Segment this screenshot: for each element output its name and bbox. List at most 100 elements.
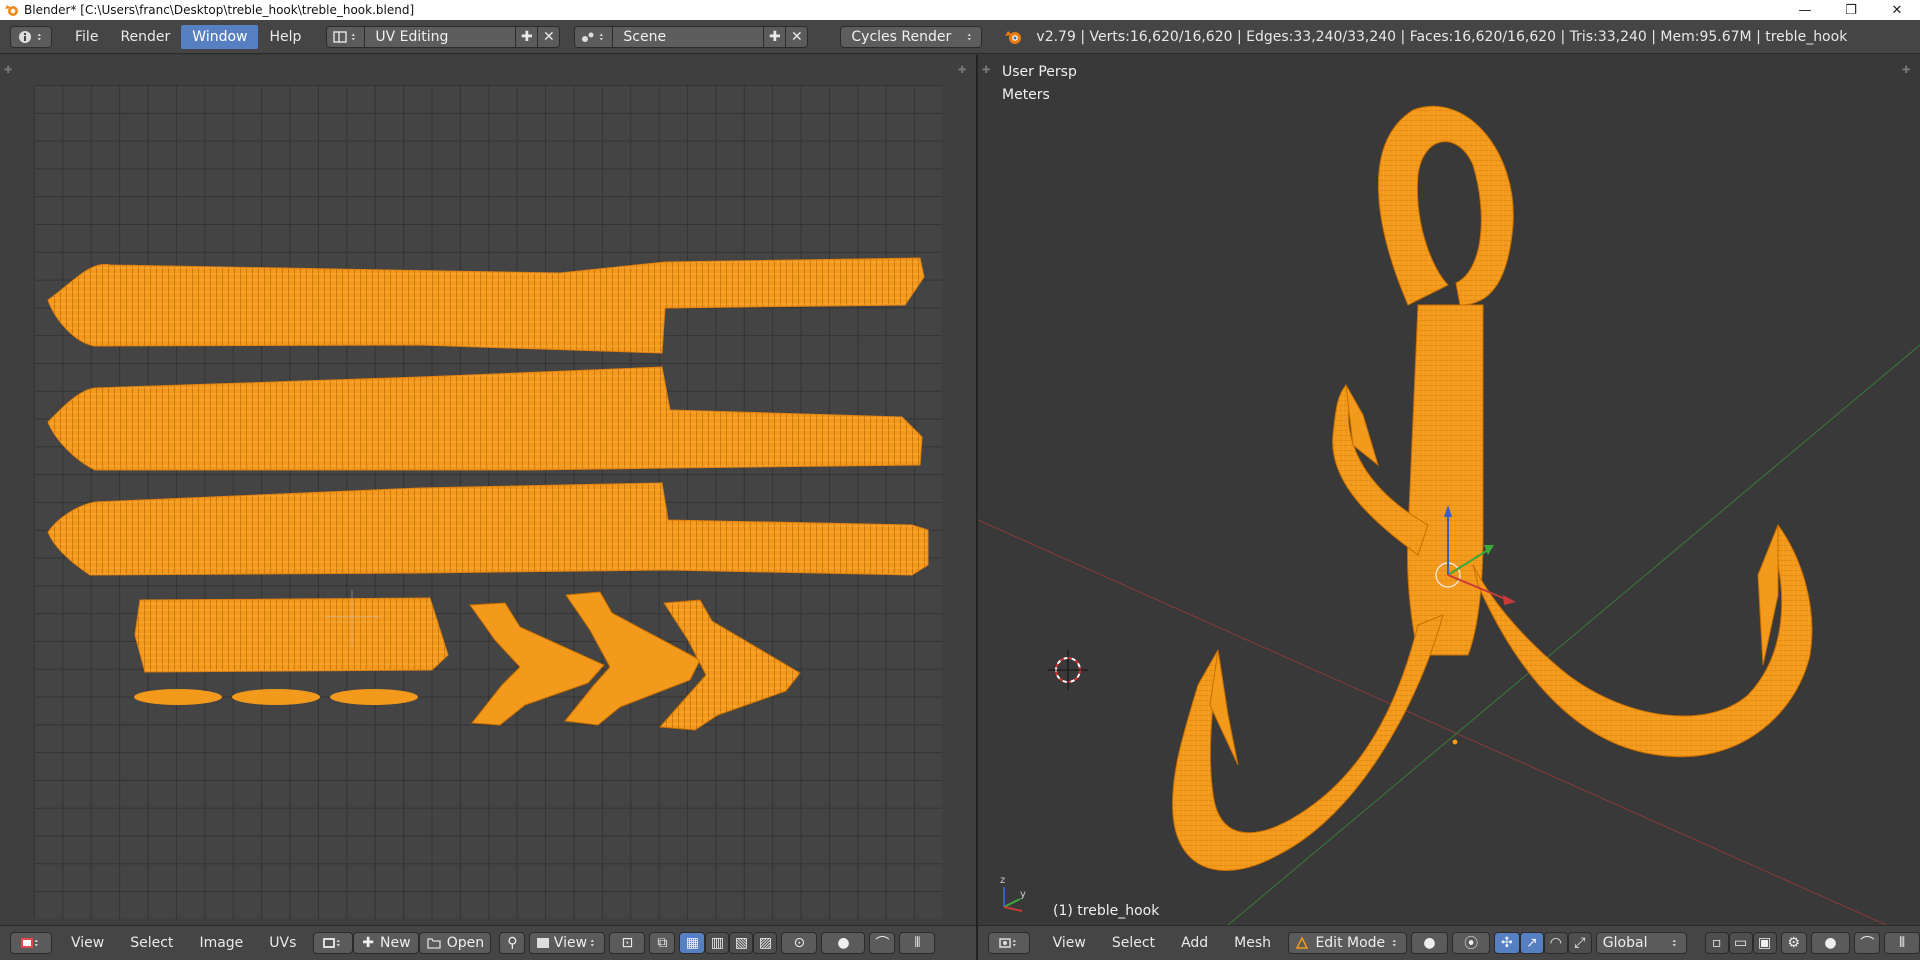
- uv-island-strip[interactable]: [47, 366, 923, 471]
- snap-element-icon[interactable]: ⫴: [899, 932, 936, 954]
- add-layout-icon[interactable]: ✚: [515, 26, 538, 47]
- image-icon: [537, 938, 550, 948]
- island-select-icon[interactable]: ▨: [753, 932, 778, 954]
- menu-window[interactable]: Window: [181, 24, 259, 49]
- hook-barb-right[interactable]: [1757, 524, 1779, 666]
- scale-manipulator-icon[interactable]: ⤢: [1567, 932, 1592, 954]
- window-titlebar: Blender* [C:\Users\franc\Desktop\treble_…: [0, 0, 1920, 20]
- scene-icon[interactable]: [575, 26, 614, 47]
- uv-island-ellipse[interactable]: [134, 689, 222, 705]
- view3d-menu-select[interactable]: Select: [1099, 935, 1168, 951]
- open-image-label: Open: [446, 935, 485, 951]
- info-icon: [18, 30, 31, 43]
- edge-select-mode-icon[interactable]: ▭: [1728, 932, 1753, 954]
- editor-type-selector[interactable]: [988, 932, 1030, 954]
- render-engine-select[interactable]: Cycles Render: [840, 25, 983, 48]
- 3d-cursor[interactable]: [1048, 650, 1088, 690]
- mode-select[interactable]: Edit Mode: [1288, 932, 1407, 954]
- pivot-point-icon[interactable]: ⦿: [1452, 932, 1490, 954]
- uv-image-editor[interactable]: ✚ ✚: [0, 55, 976, 925]
- view3d-menu-add[interactable]: Add: [1168, 935, 1221, 951]
- remove-scene-icon[interactable]: ✕: [785, 26, 808, 47]
- window-title: Blender* [C:\Users\franc\Desktop\treble_…: [24, 3, 415, 17]
- uv-menu-view[interactable]: View: [58, 935, 117, 951]
- svg-text:z: z: [1000, 875, 1005, 886]
- uv-island-strip[interactable]: [47, 257, 925, 354]
- menu-render[interactable]: Render: [109, 25, 181, 49]
- 3d-view-header: View Select Add Mesh Edit Mode ● ⦿ ✣ ↗ ◠…: [978, 925, 1920, 960]
- uv-islands[interactable]: [0, 55, 976, 925]
- hook-scene[interactable]: z y: [978, 55, 1920, 925]
- pivot-icon[interactable]: ⊡: [609, 932, 646, 954]
- screen-layout-icon[interactable]: [327, 26, 366, 47]
- snap-target-icon[interactable]: ⫴: [1884, 932, 1920, 954]
- editor-type-selector[interactable]: [10, 25, 52, 48]
- updown-arrows-icon: [1012, 939, 1016, 947]
- object-origin: [1451, 738, 1459, 746]
- restore-button[interactable]: ❐: [1828, 0, 1874, 20]
- scene-stats: v2.79 | Verts:16,620/16,620 | Edges:33,2…: [1004, 27, 1847, 47]
- face-select-mode-icon[interactable]: ▣: [1752, 932, 1777, 954]
- hook-eye[interactable]: [1377, 105, 1514, 306]
- rotate-manipulator-icon[interactable]: ◠: [1543, 932, 1568, 954]
- manipulator-toggle-icon[interactable]: ✣: [1493, 932, 1520, 954]
- proportional-edit-icon[interactable]: ●: [821, 932, 866, 954]
- menu-help[interactable]: Help: [258, 25, 312, 49]
- add-scene-icon[interactable]: ✚: [763, 26, 786, 47]
- updown-arrows-icon: [1672, 939, 1676, 947]
- sync-selection-icon[interactable]: ⧉: [649, 932, 676, 954]
- new-image-label: New: [380, 935, 411, 951]
- scene-name[interactable]: Scene: [613, 26, 764, 47]
- image-browse-button[interactable]: [313, 932, 354, 954]
- face-select-icon[interactable]: ▧: [729, 932, 754, 954]
- hook-prong-right[interactable]: [1472, 523, 1813, 758]
- 3d-view-icon: [999, 938, 1011, 948]
- scene-selector[interactable]: Scene ✚ ✕: [574, 25, 809, 48]
- translate-manipulator-icon[interactable]: ↗: [1519, 932, 1544, 954]
- uv-island-ellipse[interactable]: [232, 689, 320, 705]
- view3d-menu-view[interactable]: View: [1040, 935, 1099, 951]
- view-mode-select[interactable]: View: [529, 932, 606, 954]
- pin-icon[interactable]: ⚲: [499, 932, 526, 954]
- plus-icon: ✚: [362, 935, 375, 951]
- close-button[interactable]: ✕: [1874, 0, 1920, 20]
- viewport-shading-icon[interactable]: ●: [1410, 932, 1449, 954]
- 3d-viewport[interactable]: ✚ ✚ User Persp Meters z y (1) treble_hoo…: [978, 55, 1920, 925]
- edit-mode-icon: [1295, 936, 1309, 949]
- stats-text: v2.79 | Verts:16,620/16,620 | Edges:33,2…: [1036, 28, 1848, 45]
- orientation-label: Global: [1602, 935, 1648, 951]
- proportional-editing-icon[interactable]: ●: [1810, 932, 1851, 954]
- remove-layout-icon[interactable]: ✕: [537, 26, 560, 47]
- new-image-button[interactable]: ✚ New: [353, 932, 420, 954]
- sticky-select-icon[interactable]: ⊙: [781, 932, 818, 954]
- uv-menu-image[interactable]: Image: [186, 935, 256, 951]
- screen-layout-selector[interactable]: UV Editing ✚ ✕: [326, 25, 561, 48]
- blender-logo-icon: [1005, 30, 1022, 44]
- orientation-select[interactable]: Global: [1595, 932, 1687, 954]
- object-info-label: (1) treble_hook: [1053, 903, 1160, 919]
- y-axis-line: [1227, 344, 1920, 925]
- hook-shank[interactable]: [1406, 304, 1484, 656]
- updown-arrows-icon: [34, 939, 38, 947]
- edge-select-icon[interactable]: ▥: [705, 932, 730, 954]
- menu-file[interactable]: File: [64, 25, 109, 49]
- uv-menu-uvs[interactable]: UVs: [256, 935, 309, 951]
- snap-icon[interactable]: ⌒: [869, 932, 896, 954]
- hook-prong-left[interactable]: [1172, 614, 1444, 871]
- vertex-select-icon[interactable]: ▦: [679, 932, 706, 954]
- uv-island-block[interactable]: [134, 597, 449, 673]
- uv-island-strip[interactable]: [47, 482, 929, 576]
- uv-menu-select[interactable]: Select: [117, 935, 186, 951]
- view3d-menu-mesh[interactable]: Mesh: [1221, 935, 1284, 951]
- uv-editor-header: View Select Image UVs ✚ New Open ⚲ View …: [0, 925, 976, 960]
- limit-selection-icon[interactable]: ⚙: [1780, 932, 1807, 954]
- info-header: File Render Window Help UV Editing ✚ ✕ S…: [0, 20, 1920, 54]
- vertex-select-mode-icon[interactable]: ▫: [1704, 932, 1729, 954]
- screen-layout-name[interactable]: UV Editing: [365, 26, 516, 47]
- editor-type-selector[interactable]: [10, 932, 52, 954]
- uv-editor-icon: [21, 938, 33, 948]
- open-image-button[interactable]: Open: [419, 932, 492, 954]
- snap-toggle-icon[interactable]: ⌒: [1854, 932, 1881, 954]
- minimize-button[interactable]: —: [1782, 0, 1828, 20]
- uv-island-ellipse[interactable]: [330, 689, 418, 705]
